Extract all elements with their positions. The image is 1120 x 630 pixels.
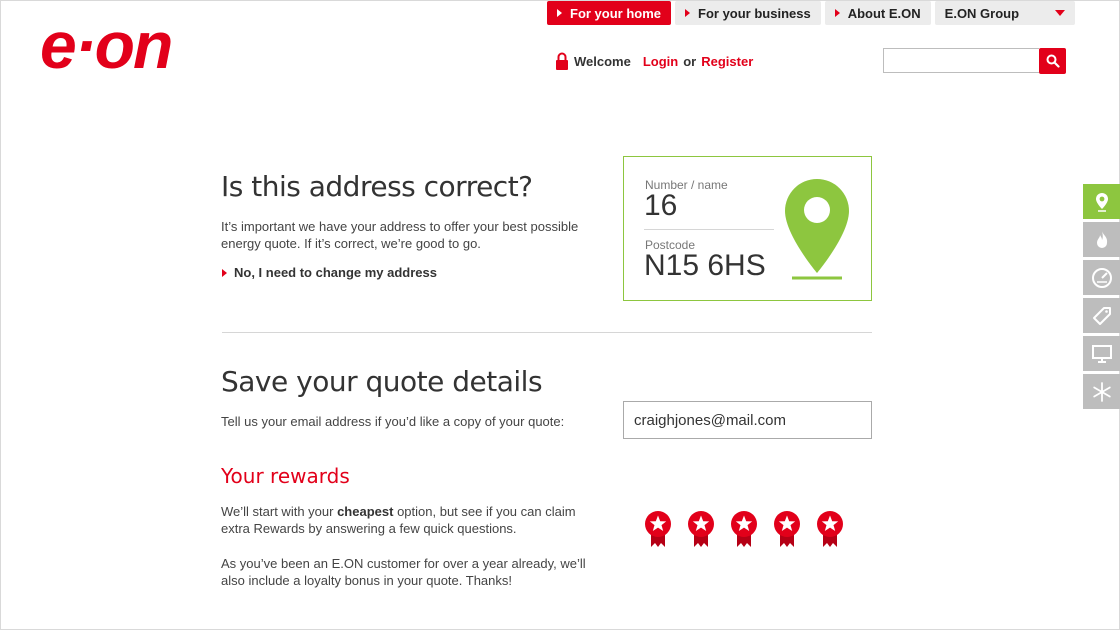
or-text: or [683,53,697,69]
address-card: Number / name 16 Postcode N15 6HS [623,156,872,301]
loyalty-description: As you’ve been an E.ON customer for over… [221,556,586,588]
number-value: 16 [644,189,678,222]
gas-tool-button[interactable] [1083,222,1120,257]
meter-tool-button[interactable] [1083,260,1120,295]
rewards-stars [644,510,844,548]
save-quote-heading: Save your quote details [221,365,543,398]
monitor-icon [1091,344,1112,363]
search-bar [883,47,1066,74]
arrow-right-icon [834,9,840,17]
address-heading: Is this address correct? [221,170,533,203]
tab-label: For your home [570,5,662,21]
location-pin-icon [785,179,849,280]
eon-group-dropdown[interactable]: E.ON Group [934,1,1075,25]
tab-label: About E.ON [847,5,921,21]
reward-star-icon [774,511,800,547]
tab-label: For your business [698,5,811,21]
dropdown-label: E.ON Group [944,5,1020,21]
change-address-label: No, I need to change my address [234,265,437,280]
search-button[interactable] [1039,47,1066,74]
eon-logo[interactable]: e·on [38,10,243,82]
location-pin-icon [1095,192,1108,212]
tag-icon [1092,306,1111,325]
side-toolbar [1083,184,1120,412]
lock-icon [556,52,568,70]
divider [644,229,774,230]
arrow-right-icon [685,9,691,17]
search-input[interactable] [883,48,1039,73]
snowflake-icon [1092,381,1111,402]
location-tool-button[interactable] [1083,184,1120,219]
arrow-right-icon [222,268,227,277]
arrow-right-icon [557,9,562,17]
rewards-heading: Your rewards [221,464,350,488]
reward-star-icon [817,511,843,547]
svg-text:e·on: e·on [40,10,171,82]
search-icon [1046,54,1060,68]
email-field[interactable] [623,401,872,439]
display-tool-button[interactable] [1083,336,1120,371]
tab-for-your-business[interactable]: For your business [675,1,821,25]
register-link[interactable]: Register [701,54,753,69]
section-divider [222,332,872,333]
welcome-text: Welcome [574,53,631,69]
change-address-link[interactable]: No, I need to change my address [222,265,437,280]
login-link[interactable]: Login [643,54,678,69]
account-bar: Welcome Login or Register [556,52,753,70]
tariff-tool-button[interactable] [1083,298,1120,333]
reward-star-icon [688,511,714,547]
address-description: It’s important we have your address to o… [221,219,579,251]
top-navigation: For your home For your business About E.… [547,1,1075,25]
rewards-text-bold: cheapest [337,504,394,519]
chevron-down-icon [1054,10,1065,16]
save-quote-description: Tell us your email address if you’d like… [221,414,565,429]
heating-tool-button[interactable] [1083,374,1120,409]
tab-for-your-home[interactable]: For your home [547,1,672,25]
rewards-text-start: We’ll start with your [221,504,338,519]
reward-star-icon [645,511,671,547]
flame-icon [1096,230,1107,248]
rewards-description: We’ll start with your cheapest option, b… [221,503,601,537]
tab-about-eon[interactable]: About E.ON [824,1,931,25]
gauge-icon [1091,267,1112,288]
reward-star-icon [731,511,757,547]
postcode-value: N15 6HS [644,249,766,282]
